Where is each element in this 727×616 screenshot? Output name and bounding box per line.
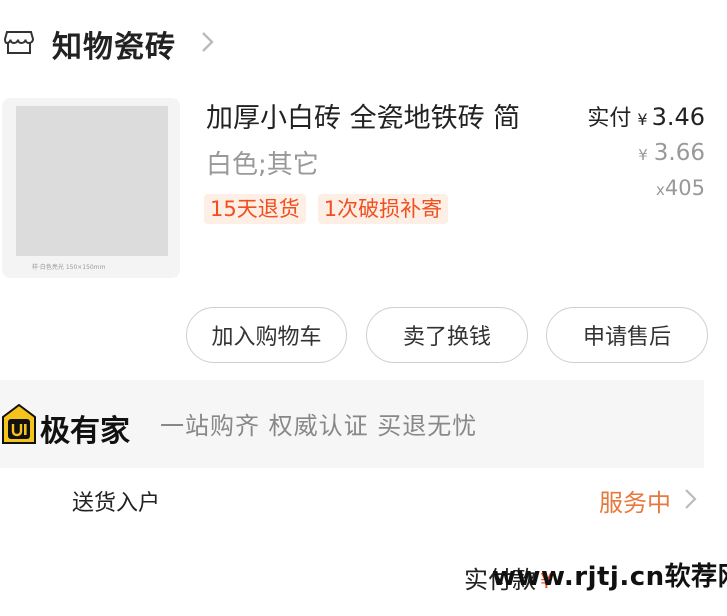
breakage-resend-tag: 1次破损补寄 [317, 194, 449, 224]
service-tags: 15天退货 1次破损补寄 [204, 194, 449, 224]
chevron-right-icon [202, 32, 214, 52]
paid-label: 实付 [587, 106, 632, 131]
store-header[interactable]: 知物瓷砖 [0, 16, 727, 68]
jiyoujia-logo-icon [2, 404, 36, 444]
quantity-prefix: x [656, 181, 665, 199]
paid-amount: 3.46 [651, 103, 705, 131]
store-name[interactable]: 知物瓷砖 [52, 22, 176, 66]
after-sale-button[interactable]: 申请售后 [546, 307, 708, 363]
return-policy-tag: 15天退货 [204, 194, 306, 224]
quantity-value: 405 [664, 176, 705, 200]
service-status[interactable]: 服务中 [599, 483, 671, 518]
currency-symbol: ¥ [638, 146, 648, 164]
currency-symbol: ¥ [637, 110, 648, 129]
add-to-cart-button[interactable]: 加入购物车 [186, 307, 347, 363]
store-icon [4, 31, 34, 54]
delivery-label: 送货入户 [72, 491, 161, 516]
original-price: ¥3.66 [638, 140, 705, 166]
order-detail-page: 知物瓷砖 样·白色亮光 150×150mm 加厚小白砖 全瓷地铁砖 简 白色;其… [0, 0, 727, 616]
product-title[interactable]: 加厚小白砖 全瓷地铁砖 简 [206, 96, 520, 135]
product-variant: 白色;其它 [206, 150, 319, 180]
jiyoujia-logo-text: 极有家 [40, 414, 130, 449]
banner-slogan: 一站购齐 权威认证 买退无忧 [160, 412, 478, 440]
resell-button[interactable]: 卖了换钱 [366, 307, 528, 363]
product-image-caption: 样·白色亮光 150×150mm [32, 264, 106, 271]
original-amount: 3.66 [653, 140, 705, 166]
jiyoujia-banner[interactable]: 极有家 一站购齐 权威认证 买退无忧 [0, 380, 704, 468]
chevron-right-icon [685, 489, 697, 509]
paid-price: 实付 ¥3.46 [587, 100, 705, 132]
product-image [16, 106, 168, 256]
site-watermark: www.rjtj.cn软荐网 [492, 562, 727, 592]
product-thumbnail[interactable]: 样·白色亮光 150×150mm [2, 98, 180, 278]
quantity: x405 [656, 176, 705, 200]
